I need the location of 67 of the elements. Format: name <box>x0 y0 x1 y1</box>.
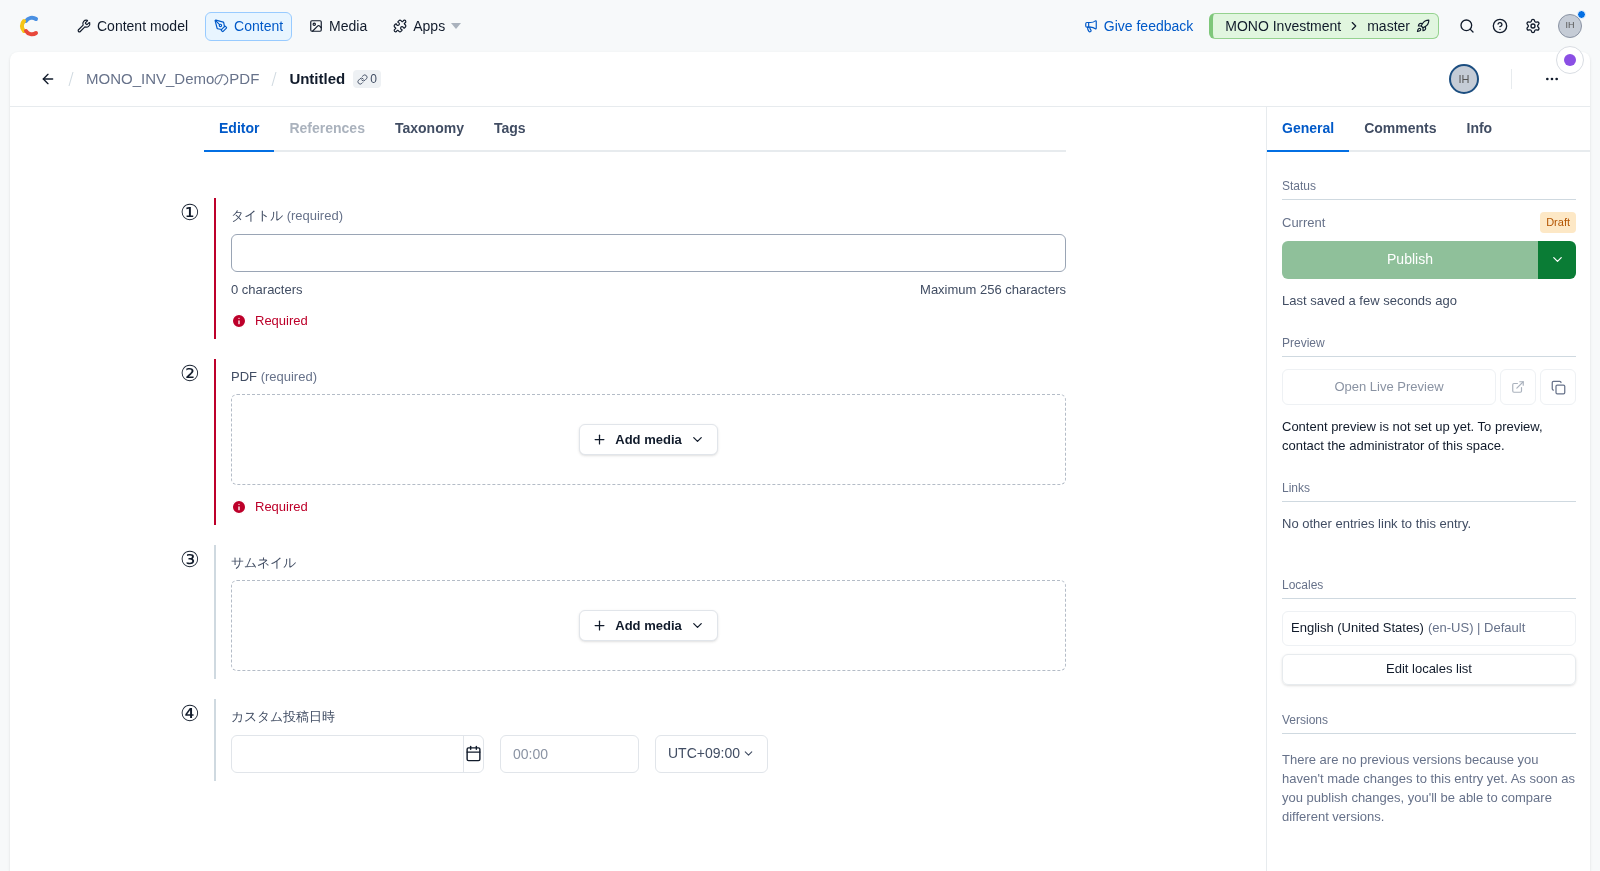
character-limit: Maximum 256 characters <box>920 280 1066 299</box>
user-avatar[interactable]: IH <box>1558 14 1582 38</box>
field-label: PDF (required) <box>231 367 318 386</box>
breadcrumb-separator-icon <box>271 71 278 87</box>
plus-icon <box>592 432 608 447</box>
puzzle-icon <box>393 19 408 33</box>
error-icon <box>231 312 247 329</box>
breadcrumb-separator-icon <box>68 71 74 87</box>
field-number: ② <box>180 359 201 388</box>
section-heading: Versions <box>1282 710 1576 734</box>
locale-item: English (United States) (en-US) | Default <box>1282 610 1576 646</box>
current-label: Current <box>1282 213 1326 232</box>
add-media-button[interactable]: Add media <box>579 610 718 641</box>
sidebar-tab[interactable]: Info <box>1451 107 1508 152</box>
pen-icon <box>214 19 229 33</box>
publish-options-button[interactable] <box>1538 240 1576 279</box>
external-link-icon <box>1511 380 1525 394</box>
last-saved-text: Last saved a few seconds ago <box>1282 291 1458 310</box>
timezone-select[interactable]: UTC+09:00 <box>655 734 768 773</box>
nav-item[interactable]: Media <box>300 11 377 41</box>
field-label: カスタム投稿日時 <box>231 708 336 726</box>
field-number: ① <box>180 199 201 227</box>
copy-button[interactable] <box>1540 369 1576 405</box>
section-heading: Locales <box>1282 575 1576 599</box>
nav-item[interactable]: Apps <box>384 11 471 41</box>
character-count: 0 characters <box>231 280 303 299</box>
links-count-badge: 0 <box>353 70 381 88</box>
sidebar-tab[interactable]: Comments <box>1349 107 1452 152</box>
entry-title: Untitled <box>289 68 346 89</box>
section-heading: Preview <box>1282 334 1576 357</box>
field-number: ④ <box>180 700 201 728</box>
link-icon <box>357 73 369 85</box>
search-icon[interactable] <box>1459 18 1475 34</box>
preview-note: Content preview is not set up yet. To preview, contact the administrator of this space. <box>1282 418 1544 455</box>
wrench-icon <box>77 19 91 33</box>
rocket-icon <box>1416 19 1430 33</box>
sidebar-tab[interactable]: General <box>1267 107 1350 152</box>
environment-badge[interactable]: MONO Investment master <box>1209 13 1439 39</box>
add-media-button[interactable]: Add media <box>579 424 718 455</box>
megaphone-icon <box>1083 19 1098 33</box>
image-icon <box>309 19 324 33</box>
nav-item[interactable]: Content <box>205 11 293 41</box>
draft-badge: Draft <box>1540 212 1576 233</box>
field-number: ③ <box>180 545 201 574</box>
error-message: Required <box>255 498 308 516</box>
collaborator-avatar: IH <box>1449 64 1479 94</box>
editor-tab[interactable]: Tags <box>478 107 541 152</box>
error-message: Required <box>255 312 308 330</box>
editor-tab[interactable]: Editor <box>204 107 275 152</box>
breadcrumb-link[interactable]: MONO_INV_DemoのPDF <box>86 67 260 91</box>
versions-note: There are no previous versions because you haven't made changes to this entry yet. As soon as you publish changes, you'll be able to compare different versions. <box>1282 750 1576 826</box>
error-icon <box>231 498 247 515</box>
section-heading: Links <box>1282 479 1576 502</box>
feedback-link[interactable]: Give feedback <box>1083 15 1194 37</box>
nav-item[interactable]: Content model <box>68 11 198 41</box>
copy-icon <box>1550 379 1566 395</box>
time-field[interactable]: 00:00 <box>500 734 639 773</box>
section-heading: Status <box>1282 177 1576 200</box>
field-label: タイトル (required) <box>231 207 344 225</box>
calendar-icon <box>465 745 482 762</box>
plus-icon <box>592 618 608 633</box>
links-note: No other entries link to this entry. <box>1282 515 1473 533</box>
editor-tab[interactable]: Taxonomy <box>379 107 479 152</box>
edit-locales-button[interactable]: Edit locales list <box>1282 653 1576 685</box>
settings-icon[interactable] <box>1525 18 1541 34</box>
help-icon[interactable] <box>1492 18 1508 34</box>
field-label: サムネイル <box>231 553 297 572</box>
